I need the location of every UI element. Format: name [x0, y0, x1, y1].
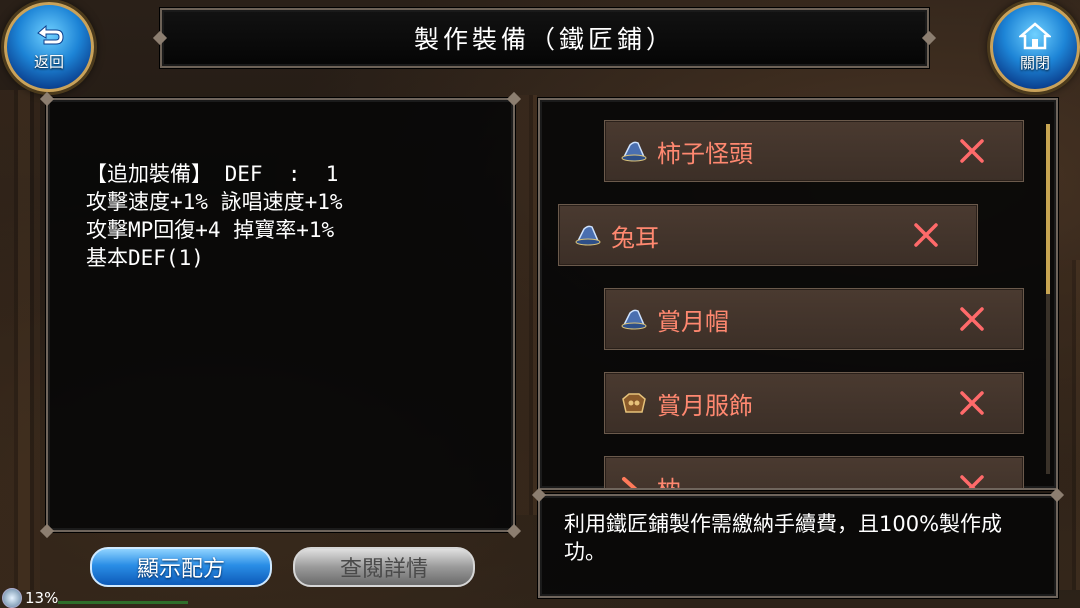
page-title: 製作裝備（鐵匠鋪） — [413, 25, 675, 54]
stat-line: 攻擊MP回復+4 掉寶率+1% — [86, 218, 335, 242]
panel-corner-ornament — [39, 91, 55, 107]
item-name: 枕 — [657, 475, 681, 490]
stat-line: 【追加裝備】 DEF : 1 — [86, 162, 339, 186]
list-item[interactable]: 柿子怪頭 — [604, 120, 1024, 182]
hat-icon — [619, 136, 649, 166]
list-item[interactable]: 賞月服飾 — [604, 372, 1024, 434]
item-name: 柿子怪頭 — [657, 139, 753, 168]
title-bar: 製作裝備（鐵匠鋪） — [160, 8, 929, 68]
equipment-detail-panel: 【追加裝備】 DEF : 1 攻擊速度+1% 詠唱速度+1% 攻擊MP回復+4 掉寶… — [39, 91, 522, 539]
stat-line: 攻擊速度+1% 詠唱速度+1% — [86, 190, 343, 214]
info-message: 利用鐵匠鋪製作需繳納手續費，且100%製作成功。 — [564, 512, 1003, 564]
back-label: 返回 — [33, 52, 64, 71]
list-item[interactable]: 賞月帽 — [604, 288, 1024, 350]
close-icon[interactable] — [955, 134, 989, 168]
equipment-stats: 【追加裝備】 DEF : 1 攻擊速度+1% 詠唱速度+1% 攻擊MP回復+4 掉寶… — [86, 160, 343, 272]
armor-icon — [619, 388, 649, 418]
item-name: 兔耳 — [611, 223, 659, 252]
close-button[interactable]: 關閉 — [990, 2, 1080, 92]
close-icon[interactable] — [909, 218, 943, 252]
return-arrow-icon — [37, 24, 64, 44]
background-bookshelf-left — [0, 90, 40, 590]
view-details-button[interactable]: 查閱詳情 — [293, 547, 475, 587]
scrollbar-thumb[interactable] — [1046, 124, 1050, 294]
close-icon[interactable] — [955, 386, 989, 420]
info-panel: 利用鐵匠鋪製作需繳納手續費，且100%製作成功。 — [531, 487, 1065, 598]
weapon-icon — [619, 472, 649, 488]
status-bar — [58, 601, 188, 604]
status-percent: 13% — [25, 589, 59, 607]
list-item[interactable]: 枕 — [604, 456, 1024, 490]
panel-corner-ornament — [39, 523, 55, 539]
close-icon[interactable] — [955, 470, 989, 488]
close-icon[interactable] — [955, 302, 989, 336]
panel-corner-ornament — [506, 523, 522, 539]
status-indicator: 13% — [2, 588, 58, 608]
background-bookshelf-middle — [515, 95, 537, 515]
show-recipe-button[interactable]: 顯示配方 — [90, 547, 272, 587]
back-button[interactable]: 返回 — [4, 2, 94, 92]
item-name: 賞月帽 — [657, 307, 729, 336]
background-bookshelf-right — [1058, 260, 1080, 590]
status-orb-icon — [2, 588, 22, 608]
hat-icon — [573, 220, 603, 250]
close-label: 關閉 — [1019, 53, 1050, 72]
hat-icon — [619, 304, 649, 334]
home-icon — [1019, 21, 1051, 49]
item-name: 賞月服飾 — [657, 391, 753, 420]
equipment-list-panel[interactable]: 柿子怪頭 兔耳 賞月帽 賞月服飾 枕 — [538, 98, 1058, 490]
list-item-selected[interactable]: 兔耳 — [558, 204, 978, 266]
stat-line: 基本DEF(1) — [86, 246, 204, 270]
